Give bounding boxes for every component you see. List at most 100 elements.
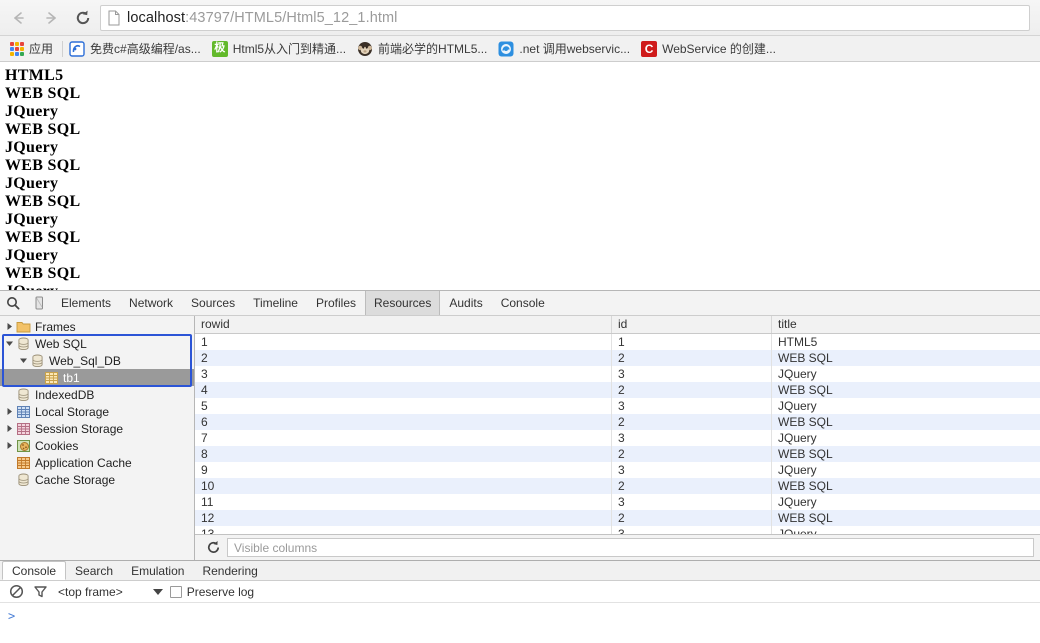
address-bar[interactable]: localhost:43797/HTML5/Html5_12_1.html	[100, 4, 1030, 31]
preserve-log-toggle[interactable]: Preserve log	[169, 584, 255, 599]
tree-item-session-storage[interactable]: Session Storage	[0, 420, 194, 437]
table-row[interactable]: 3 3 JQuery	[195, 366, 1040, 382]
devtools-tabbar: Elements Network Sources Timeline Profiles Re…	[0, 291, 1040, 316]
tree-item-cookies[interactable]: Cookies	[0, 437, 194, 454]
table-cell-id: 3	[612, 430, 772, 446]
column-header-title[interactable]: title	[772, 316, 1040, 333]
drawer-tab-rendering[interactable]: Rendering	[193, 561, 266, 580]
tree-item-web-sql-db[interactable]: Web_Sql_DB	[0, 352, 194, 369]
bookmark-item-1[interactable]: 免费c#高级编程/as...	[65, 39, 208, 59]
table-cell-id: 2	[612, 446, 772, 462]
tree-item-label: tb1	[63, 370, 80, 385]
tree-item-web-sql[interactable]: Web SQL	[0, 335, 194, 352]
chevron-right-icon[interactable]	[2, 407, 16, 416]
table-row[interactable]: 8 2 WEB SQL	[195, 446, 1040, 462]
forward-icon[interactable]	[40, 7, 62, 29]
preserve-log-checkbox[interactable]	[169, 585, 182, 598]
tree-item-tb1[interactable]: tb1	[0, 369, 194, 386]
data-grid-rows: 1 1 HTML5 2 2 WEB SQL 3 3 JQuery 4 2 WEB SQL 5 3 JQuer…	[195, 334, 1040, 534]
device-toolbar-icon[interactable]	[26, 291, 52, 315]
table-row[interactable]: 1 1 HTML5	[195, 334, 1040, 350]
clear-console-icon[interactable]	[8, 583, 25, 600]
refresh-icon[interactable]	[201, 537, 225, 559]
chevron-down-icon[interactable]	[2, 339, 16, 348]
bookmark-label: 应用	[29, 42, 54, 56]
database-icon	[16, 337, 31, 351]
preserve-log-label: Preserve log	[186, 584, 255, 599]
table-row[interactable]: 6 2 WEB SQL	[195, 414, 1040, 430]
table-cell-title: JQuery	[778, 527, 817, 534]
table-row[interactable]: 2 2 WEB SQL	[195, 350, 1040, 366]
tree-item-cache-storage[interactable]: Cache Storage	[0, 471, 194, 488]
devtools-tab-sources[interactable]: Sources	[182, 291, 244, 315]
devtools-tab-audits[interactable]: Audits	[440, 291, 491, 315]
devtools-tab-elements[interactable]: Elements	[52, 291, 120, 315]
column-header-rowid[interactable]: rowid	[195, 316, 612, 333]
apps-grid-icon	[10, 41, 24, 56]
bookmark-apps[interactable]: 应用	[6, 39, 60, 59]
table-cell-id: 2	[612, 382, 772, 398]
table-row[interactable]: 4 2 WEB SQL	[195, 382, 1040, 398]
page-content: HTML5 WEB SQL JQuery WEB SQL JQuery WEB SQL JQ…	[0, 62, 1040, 290]
inspect-element-icon[interactable]	[0, 291, 26, 315]
bookmark-item-2[interactable]: 极 Html5从入门到精通...	[208, 39, 353, 59]
drawer-tab-search[interactable]: Search	[66, 561, 122, 580]
page-text-line: JQuery	[5, 103, 59, 120]
chevron-down-icon[interactable]	[16, 356, 30, 365]
console-output[interactable]: >	[0, 603, 1040, 643]
table-row[interactable]: 12 2 WEB SQL	[195, 510, 1040, 526]
storage-orange-icon	[16, 456, 31, 470]
column-header-id[interactable]: id	[612, 316, 772, 333]
devtools-tab-resources[interactable]: Resources	[365, 291, 441, 315]
bookmark-item-3[interactable]: 前端必学的HTML5...	[353, 39, 494, 59]
bookmark-item-4[interactable]: .net 调用webservic...	[494, 39, 637, 59]
bookmark-favicon	[498, 41, 514, 57]
reload-icon[interactable]	[72, 7, 94, 29]
devtools-tab-network[interactable]: Network	[120, 291, 182, 315]
data-grid-header: rowid id title	[195, 316, 1040, 334]
devtools-tab-console[interactable]: Console	[492, 291, 554, 315]
page-text-line: JQuery	[5, 175, 59, 192]
table-row[interactable]: 5 3 JQuery	[195, 398, 1040, 414]
devtools-tab-timeline[interactable]: Timeline	[244, 291, 307, 315]
table-cell-rowid: 11	[195, 494, 612, 510]
drawer-tab-console[interactable]: Console	[2, 561, 67, 580]
bookmark-favicon: 极	[211, 40, 228, 57]
chevron-right-icon[interactable]	[2, 424, 16, 433]
tree-item-frames[interactable]: Frames	[0, 318, 194, 335]
execution-context-selector[interactable]: <top frame>	[58, 585, 163, 599]
table-row[interactable]: 7 3 JQuery	[195, 430, 1040, 446]
table-cell-rowid: 9	[195, 462, 612, 478]
favicon-glyph: 极	[214, 42, 226, 54]
tree-item-label: Cookies	[35, 438, 79, 453]
chevron-right-icon[interactable]	[2, 322, 16, 331]
table-cell-id: 3	[612, 462, 772, 478]
bookmark-item-5[interactable]: C WebService 的创建...	[637, 39, 783, 59]
drawer-tab-emulation[interactable]: Emulation	[122, 561, 193, 580]
tree-item-local-storage[interactable]: Local Storage	[0, 403, 194, 420]
console-prompt: >	[8, 609, 16, 623]
table-row[interactable]: 10 2 WEB SQL	[195, 478, 1040, 494]
table-cell-id: 1	[612, 334, 772, 350]
table-cell-rowid: 3	[195, 366, 612, 382]
drawer-tabs: Console Search Emulation Rendering	[0, 561, 1040, 581]
back-icon[interactable]	[8, 7, 30, 29]
table-row[interactable]: 11 3 JQuery	[195, 494, 1040, 510]
url-path: :43797/HTML5/Html5_12_1.html	[185, 9, 398, 26]
page-document-icon	[107, 10, 121, 26]
table-row[interactable]: 13 3 JQuery	[195, 526, 1040, 534]
browser-window: localhost:43797/HTML5/Html5_12_1.html 应用…	[0, 0, 1040, 643]
tree-item-label: Web SQL	[35, 336, 87, 351]
navigation-buttons	[0, 7, 94, 29]
visible-columns-input[interactable]: Visible columns	[227, 538, 1034, 557]
chevron-right-icon[interactable]	[2, 441, 16, 450]
devtools-tab-profiles[interactable]: Profiles	[307, 291, 365, 315]
tree-item-label: Web_Sql_DB	[49, 353, 121, 368]
filter-icon[interactable]	[32, 583, 49, 600]
table-cell-rowid: 12	[195, 510, 612, 526]
tree-item-application-cache[interactable]: Application Cache	[0, 454, 194, 471]
devtools-tab-label: Elements	[61, 296, 112, 310]
table-row[interactable]: 9 3 JQuery	[195, 462, 1040, 478]
tree-item-indexeddb[interactable]: IndexedDB	[0, 386, 194, 403]
drawer-tab-label: Rendering	[202, 563, 258, 578]
